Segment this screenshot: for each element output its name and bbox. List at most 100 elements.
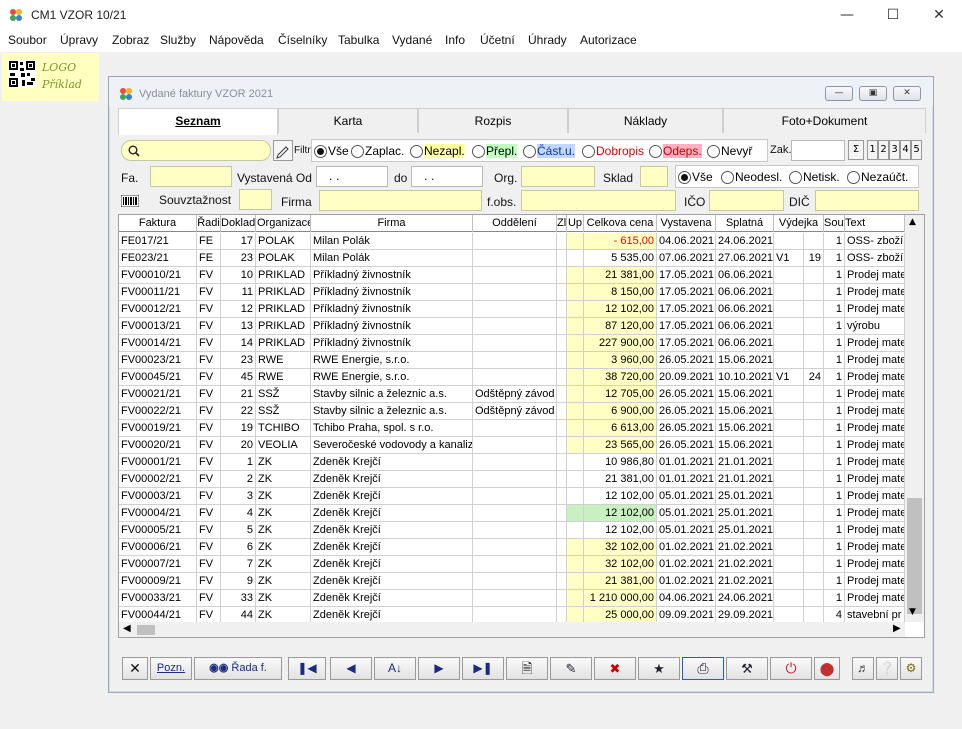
ico-input[interactable] — [709, 190, 784, 211]
menu-zobraz[interactable]: Zobraz — [112, 33, 149, 47]
colors-button[interactable]: ⬤ — [814, 657, 840, 680]
window-minimize-icon[interactable]: — — [825, 86, 853, 101]
table-row[interactable]: FV00019/21 FV 19 TCHIBO Tchibo Praha, spol. … — [119, 420, 905, 437]
scroll-down-icon[interactable]: ▼ — [909, 607, 916, 617]
table-row[interactable]: FV00033/21 FV 33 ZK Zdeněk Krejčí 1 210 000,0… — [119, 590, 905, 607]
note-button[interactable]: Pozn. — [150, 657, 192, 680]
filter-edit-button[interactable] — [273, 140, 293, 161]
sum-5-button[interactable]: 5 — [911, 140, 922, 160]
sum-4-button[interactable]: 4 — [900, 140, 911, 160]
sum-3-button[interactable]: 3 — [889, 140, 900, 160]
radio-nezapl[interactable]: Nezapl. — [409, 142, 465, 160]
radio-prepl[interactable]: Přepl. — [471, 142, 518, 160]
radio-send-vse[interactable]: Vše — [677, 168, 713, 186]
tools-button[interactable]: ⚒ — [726, 657, 768, 680]
menu-ciselniky[interactable]: Číselníky — [278, 33, 327, 47]
radio-dobropis[interactable]: Dobropis — [581, 142, 644, 160]
radio-nezauct[interactable]: Nezaúčt. — [846, 168, 908, 186]
tab-karta[interactable]: Karta — [278, 108, 418, 133]
table-row[interactable]: FV00010/21 FV 10 PRIKLAD Příkladný živnostní… — [119, 267, 905, 284]
menu-info[interactable]: Info — [445, 33, 465, 47]
radio-netisk[interactable]: Netisk. — [788, 168, 840, 186]
edit-record-button[interactable]: ✎ — [550, 657, 592, 680]
vertical-scrollbar[interactable]: ▲ ▼ — [905, 215, 924, 622]
date-to-input[interactable]: . . — [411, 166, 483, 187]
sum-button[interactable]: Σ — [848, 140, 864, 160]
search-input[interactable] — [121, 140, 271, 161]
col-zl[interactable]: Zl — [557, 215, 567, 232]
col-splatna[interactable]: Splatná — [716, 215, 774, 232]
table-row[interactable]: FE023/21 FE 23 POLAK Milan Polák 5 535,00 07.0… — [119, 250, 905, 267]
scroll-up-icon[interactable]: ▲ — [909, 217, 916, 227]
sum-1-button[interactable]: 1 — [867, 140, 878, 160]
table-row[interactable]: FV00006/21 FV 6 ZK Zdeněk Krejčí 32 102,00 01.… — [119, 539, 905, 556]
menu-sluzby[interactable]: Služby — [160, 33, 196, 47]
window-close-icon[interactable]: ✕ — [893, 86, 921, 101]
sklad-input[interactable] — [640, 166, 668, 187]
menu-upravy[interactable]: Úpravy — [60, 33, 98, 47]
tab-rozpis[interactable]: Rozpis — [418, 108, 568, 133]
col-celkova-cena[interactable]: Celkova cena — [584, 215, 657, 232]
col-organizace[interactable]: Organizace — [256, 215, 311, 232]
minimize-icon[interactable]: — — [824, 3, 870, 27]
menu-napoveda[interactable]: Nápověda — [209, 33, 264, 47]
firma-input[interactable] — [319, 190, 482, 211]
col-vystavena[interactable]: Vystavena — [657, 215, 716, 232]
menu-vydane[interactable]: Vydané — [392, 33, 432, 47]
table-row[interactable]: FV00023/21 FV 23 RWE RWE Energie, s.r.o. 3 96… — [119, 352, 905, 369]
col-text[interactable]: Text — [845, 215, 905, 232]
maximize-icon[interactable]: ☐ — [870, 3, 916, 27]
table-row[interactable]: FV00003/21 FV 3 ZK Zdeněk Krejčí 12 102,00 05.… — [119, 488, 905, 505]
col-souv[interactable]: Souv — [824, 215, 845, 232]
close-icon[interactable]: ✕ — [916, 3, 962, 27]
radio-nevyr[interactable]: Nevyř — [706, 142, 752, 160]
table-row[interactable]: FV00001/21 FV 1 ZK Zdeněk Krejčí 10 986,80 01.… — [119, 454, 905, 471]
last-record-button[interactable]: ▶❚ — [462, 657, 504, 680]
souvztaznost-input[interactable] — [239, 189, 272, 210]
table-row[interactable]: FV00007/21 FV 7 ZK Zdeněk Krejčí 32 102,00 01.… — [119, 556, 905, 573]
horizontal-scrollbar[interactable]: ◀ ▶ — [119, 622, 905, 637]
tab-foto-dokument[interactable]: Foto+Dokument — [723, 108, 926, 133]
col-faktura[interactable]: Faktura — [119, 215, 197, 232]
sum-2-button[interactable]: 2 — [878, 140, 889, 160]
scroll-left-icon[interactable]: ◀ — [123, 623, 131, 634]
col-up[interactable]: Up — [567, 215, 584, 232]
table-row[interactable]: FV00002/21 FV 2 ZK Zdeněk Krejčí 21 381,00 01.… — [119, 471, 905, 488]
zak-input[interactable] — [791, 140, 845, 161]
menu-autorizace[interactable]: Autorizace — [580, 33, 637, 47]
tab-naklady[interactable]: Náklady — [568, 108, 723, 133]
col-oddeleni[interactable]: Oddělení — [473, 215, 557, 232]
hscroll-thumb[interactable] — [137, 625, 155, 635]
table-row[interactable]: FV00022/21 FV 22 SSŽ Stavby silnic a železni… — [119, 403, 905, 420]
settings-button[interactable]: ⚙ — [900, 657, 922, 680]
help-button[interactable]: ❔ — [876, 657, 898, 680]
series-button[interactable]: ◉◉ Řada f. — [194, 657, 282, 680]
print-button[interactable]: ⎙ — [682, 657, 724, 680]
radio-neodesl[interactable]: Neodesl. — [720, 168, 782, 186]
new-record-button[interactable]: 🗎 — [506, 657, 548, 680]
close-window-button[interactable]: ⏻ — [770, 657, 812, 680]
col-firma[interactable]: Firma — [311, 215, 473, 232]
radio-zaplac[interactable]: Zaplac. — [350, 142, 404, 160]
dic-input[interactable] — [815, 190, 919, 211]
fa-input[interactable] — [150, 166, 232, 187]
menu-soubor[interactable]: Soubor — [8, 33, 47, 47]
table-row[interactable]: FV00004/21 FV 4 ZK Zdeněk Krejčí 12 102,00 05.… — [119, 505, 905, 522]
col-rada[interactable]: Řadi — [197, 215, 221, 232]
menu-ucetni[interactable]: Účetní — [480, 33, 515, 47]
next-record-button[interactable]: ▶ — [418, 657, 460, 680]
table-row[interactable]: FV00045/21 FV 45 RWE RWE Energie, s.r.o. 38 7… — [119, 369, 905, 386]
table-row[interactable]: FV00011/21 FV 11 PRIKLAD Příkladný živnostní… — [119, 284, 905, 301]
date-from-input[interactable]: . . — [316, 166, 388, 187]
radio-odeps[interactable]: Odeps. — [648, 142, 702, 160]
scroll-thumb[interactable] — [907, 498, 922, 614]
fobs-input[interactable] — [521, 190, 676, 211]
table-row[interactable]: FV00005/21 FV 5 ZK Zdeněk Krejčí 12 102,00 05.… — [119, 522, 905, 539]
radio-castu[interactable]: Část.u. — [522, 142, 576, 160]
radio-vse[interactable]: Vše — [313, 142, 349, 160]
delete-record-button[interactable]: ✖ — [594, 657, 636, 680]
tab-seznam[interactable]: Seznam — [118, 108, 278, 135]
delete-button[interactable]: ✕ — [122, 657, 148, 680]
menu-uhrady[interactable]: Úhrady — [528, 33, 567, 47]
col-doklad[interactable]: Doklad — [221, 215, 256, 232]
